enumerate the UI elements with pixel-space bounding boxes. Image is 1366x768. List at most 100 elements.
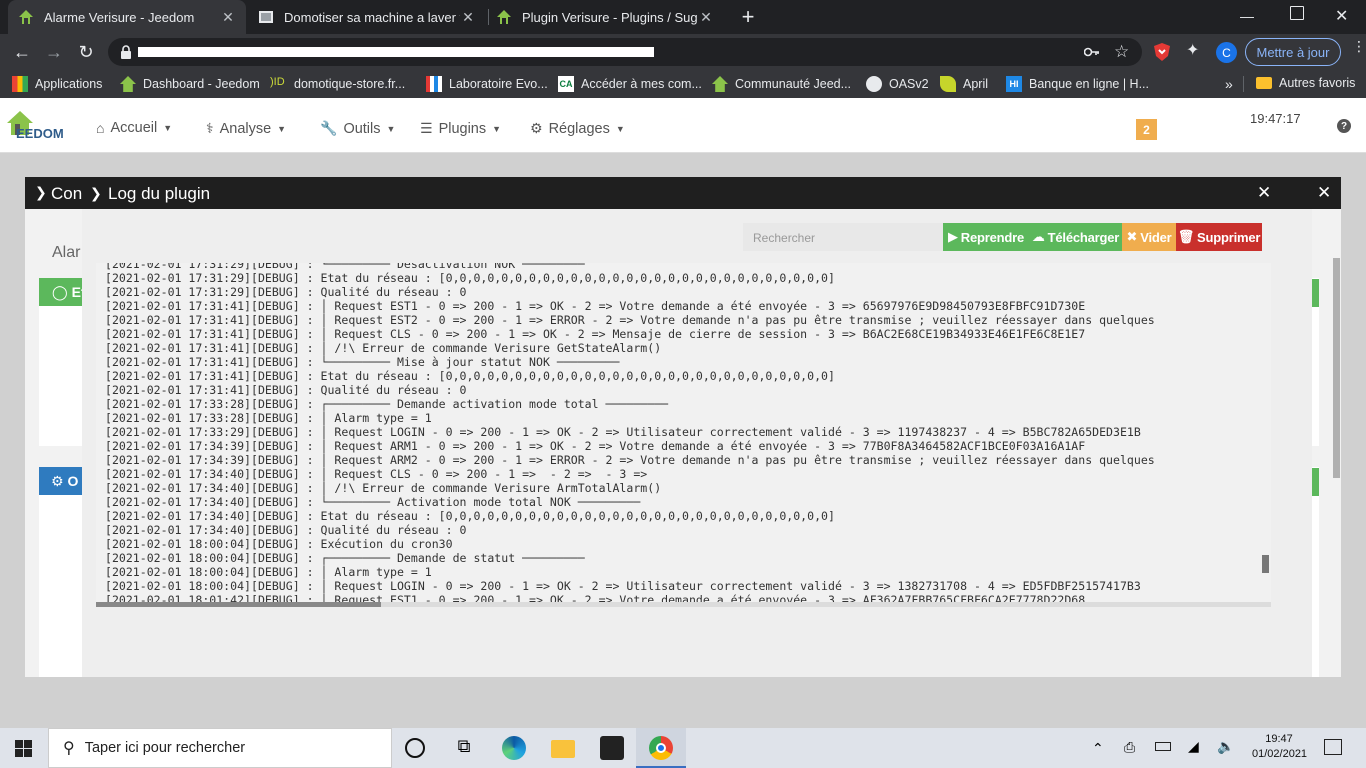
taskbar-time: 19:47 — [1265, 733, 1293, 745]
bookmark-other-folder[interactable]: Autres favoris — [1256, 76, 1355, 90]
laboratoire-icon — [426, 76, 442, 92]
page-favicon-icon — [259, 11, 273, 23]
close-tab-icon[interactable]: ✕ — [460, 9, 476, 26]
menu-label: Réglages — [548, 120, 610, 137]
bookmark-applications[interactable]: Applications — [12, 76, 102, 92]
log-search-input[interactable]: Rechercher — [743, 223, 943, 251]
task-view-icon[interactable]: ⧉ — [452, 736, 476, 760]
button-label: Supprimer — [1197, 229, 1261, 245]
bookmark-label: domotique-store.fr... — [294, 77, 406, 91]
log-line: [2021-02-01 17:31:41][DEBUG] : └────────… — [105, 355, 620, 369]
menu-outils[interactable]: 🔧 Outils ▼ — [320, 120, 395, 137]
chrome-icon — [649, 736, 673, 760]
log-line: [2021-02-01 18:00:04][DEBUG] : │ Request… — [105, 579, 1141, 593]
folder-icon — [1256, 77, 1272, 89]
bookmark-star-icon[interactable]: ☆ — [1114, 42, 1129, 62]
bookmarks-overflow-icon[interactable]: » — [1225, 76, 1233, 92]
battery-icon[interactable] — [1155, 742, 1171, 751]
log-line: [2021-02-01 17:34:40][DEBUG] : │ Request… — [105, 467, 648, 481]
menu-label: Accueil — [110, 120, 158, 136]
close-tab-icon[interactable]: ✕ — [698, 9, 714, 26]
edge-browser-icon[interactable] — [502, 736, 526, 760]
empty-log-button[interactable]: ✖ Vider — [1122, 223, 1176, 251]
file-explorer-icon[interactable] — [551, 740, 575, 758]
bookmark-banque-en-ligne[interactable]: HI Banque en ligne | H... — [1006, 76, 1149, 92]
jeedom-logo[interactable]: EEDOM — [6, 110, 78, 144]
log-line: [2021-02-01 18:00:04][DEBUG] : Exécution… — [105, 537, 453, 551]
bookmark-laboratoire[interactable]: Laboratoire Evo... — [426, 76, 548, 92]
close-config-modal-icon[interactable]: ✕ — [1317, 183, 1331, 203]
notifications-icon[interactable] — [1324, 739, 1342, 755]
log-content: [2021-02-01 17:31:29][DEBUG] : └────────… — [105, 263, 1270, 607]
resume-button[interactable]: ▶ Reprendre — [943, 223, 1029, 251]
windows-start-icon[interactable] — [15, 740, 32, 757]
caret-down-icon: ▼ — [386, 123, 396, 134]
reload-icon[interactable]: ↻ — [74, 40, 98, 64]
download-button[interactable]: ☁ Télécharger — [1029, 223, 1122, 251]
show-hidden-icons-icon[interactable]: ⌃ — [1092, 740, 1104, 757]
log-line: [2021-02-01 18:00:04][DEBUG] : ┌────────… — [105, 551, 585, 565]
log-viewer[interactable]: [2021-02-01 17:31:29][DEBUG] : └────────… — [96, 263, 1271, 607]
caret-down-icon: ▼ — [163, 123, 173, 133]
delete-log-button[interactable]: 🗑 Supprimer — [1176, 223, 1262, 251]
cortana-icon[interactable] — [405, 738, 425, 758]
forward-icon[interactable]: → — [42, 40, 66, 64]
wifi-icon[interactable]: ◢ — [1188, 738, 1199, 755]
domotique-store-icon: )ID — [270, 76, 285, 88]
page-scrollbar-thumb[interactable] — [1333, 258, 1340, 478]
update-chrome-button[interactable]: Mettre à jour — [1245, 38, 1341, 66]
usb-device-icon[interactable]: ⎙ — [1124, 739, 1135, 756]
jeedom-page: EEDOM ⌂ Accueil ▼ ⚕ Analyse ▼ 🔧 Outils ▼ ☰ Plug… — [0, 98, 1366, 728]
profile-avatar[interactable]: C — [1216, 42, 1237, 63]
button-label: Télécharger — [1047, 229, 1120, 245]
menu-plugins[interactable]: ☰ Plugins ▼ — [420, 120, 501, 137]
menu-analyse[interactable]: ⚕ Analyse ▼ — [206, 120, 286, 137]
bookmark-april[interactable]: April — [940, 76, 988, 92]
address-bar[interactable]: ☆ — [108, 38, 1142, 66]
back-icon[interactable]: ← — [10, 40, 34, 64]
log-line: [2021-02-01 17:34:39][DEBUG] : │ Request… — [105, 453, 1155, 467]
close-log-modal-icon[interactable]: ✕ — [1257, 183, 1271, 203]
taskbar-search[interactable]: ⚲ Taper ici pour rechercher — [48, 728, 392, 768]
lock-icon[interactable] — [120, 45, 132, 59]
volume-icon[interactable]: 🔈 — [1217, 738, 1234, 755]
taskbar-clock[interactable]: 19:47 01/02/2021 — [1252, 732, 1307, 762]
tab-domotiser[interactable]: Domotiser sa machine a laver via ✕ — [248, 0, 486, 34]
chrome-menu-icon[interactable]: ⋮ — [1352, 39, 1366, 53]
minimize-icon[interactable]: — — [1240, 8, 1260, 24]
chevron-right-icon: ❯ — [35, 184, 47, 200]
log-line: [2021-02-01 17:33:29][DEBUG] : │ Request… — [105, 425, 1141, 439]
bookmark-oasv2[interactable]: OASv2 — [866, 76, 929, 92]
chevron-right-icon: ❯ — [90, 185, 102, 201]
bookmark-communaute-jeedom[interactable]: Communauté Jeed... — [712, 76, 851, 92]
microsoft-store-icon[interactable] — [600, 736, 624, 760]
log-line: [2021-02-01 17:31:41][DEBUG] : │ Request… — [105, 299, 1086, 313]
bookmark-label: Accéder à mes com... — [581, 77, 702, 91]
new-tab-icon[interactable]: + — [736, 5, 760, 29]
bookmark-acceder-comptes[interactable]: CA Accéder à mes com... — [558, 76, 702, 92]
chrome-taskbar-button[interactable] — [636, 728, 686, 768]
restore-icon[interactable] — [1290, 6, 1304, 20]
button-label: Reprendre — [960, 229, 1025, 245]
bookmark-dashboard-jeedom[interactable]: Dashboard - Jeedom — [120, 76, 260, 92]
extensions-puzzle-icon[interactable]: ✦ — [1186, 40, 1199, 60]
close-tab-icon[interactable]: ✕ — [220, 9, 236, 26]
vertical-scrollbar-thumb[interactable] — [1262, 555, 1269, 573]
log-line: [2021-02-01 17:31:41][DEBUG] : │ Request… — [105, 313, 1155, 327]
windows-taskbar: ⚲ Taper ici pour rechercher ⧉ ⌃ ⎙ ◢ 🔈 19… — [0, 728, 1366, 768]
shield-extension-icon[interactable] — [1153, 42, 1171, 62]
message-count-badge[interactable]: 2 — [1136, 119, 1157, 140]
caret-down-icon: ▼ — [277, 123, 287, 134]
globe-icon — [866, 76, 882, 92]
key-icon[interactable] — [1084, 45, 1100, 59]
help-icon[interactable]: ? — [1337, 119, 1351, 133]
log-line: [2021-02-01 17:34:40][DEBUG] : │ /!\ Err… — [105, 481, 662, 495]
tab-plugin-verisure[interactable]: Plugin Verisure - Plugins / Sugge ✕ — [486, 0, 724, 34]
times-icon: ✖ — [1126, 229, 1138, 244]
horizontal-scrollbar-thumb[interactable] — [96, 602, 381, 607]
close-window-icon[interactable]: ✕ — [1335, 6, 1348, 26]
tab-alarme-verisure[interactable]: Alarme Verisure - Jeedom ✕ — [8, 0, 246, 34]
bookmark-domotique-store[interactable]: )ID domotique-store.fr... — [270, 76, 405, 92]
menu-reglages[interactable]: ⚙ Réglages ▼ — [530, 120, 625, 137]
menu-accueil[interactable]: ⌂ Accueil ▼ — [96, 120, 172, 136]
